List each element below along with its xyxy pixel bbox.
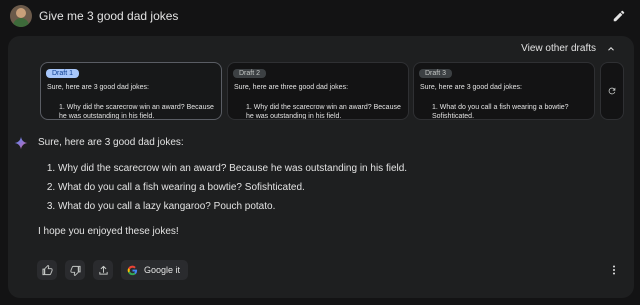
view-drafts-label: View other drafts <box>521 43 596 54</box>
edit-prompt-button[interactable] <box>609 6 629 26</box>
chevron-up-icon <box>608 46 614 51</box>
draft-item: 1. What do you call a fish wearing a bow… <box>432 104 569 120</box>
draft-intro: Sure, here are 3 good dad jokes: <box>47 84 149 91</box>
thumbs-down-button[interactable] <box>65 260 85 280</box>
google-it-button[interactable]: Google it <box>121 260 189 280</box>
thumbs-up-icon <box>41 264 53 275</box>
more-options-button[interactable] <box>606 262 622 278</box>
google-icon <box>127 265 138 275</box>
draft-intro: Sure, here are 3 good dad jokes: <box>420 84 522 91</box>
user-prompt-row: Give me 3 good dad jokes <box>0 0 640 32</box>
jokes-list: Why did the scarecrow win an award? Beca… <box>38 162 407 219</box>
response-intro: Sure, here are 3 good dad jokes: <box>38 137 184 148</box>
share-button[interactable] <box>93 260 113 280</box>
draft-card-1[interactable]: Draft 1 Sure, here are 3 good dad jokes:… <box>40 62 222 120</box>
draft-intro: Sure, here are three good dad jokes: <box>234 84 349 91</box>
gemini-sparkle-icon <box>14 136 28 150</box>
thumbs-down-icon <box>69 265 81 276</box>
list-item: What do you call a fish wearing a bowtie… <box>58 181 407 200</box>
draft-card-3[interactable]: Draft 3 Sure, here are 3 good dad jokes:… <box>413 62 595 120</box>
regenerate-drafts-button[interactable] <box>600 62 624 120</box>
view-other-drafts-button[interactable]: View other drafts <box>521 43 616 54</box>
response-closing: I hope you enjoyed these jokes! <box>38 226 179 237</box>
pencil-icon <box>613 10 625 22</box>
draft-item: 1. Why did the scarecrow win an award? B… <box>246 104 401 120</box>
refresh-icon <box>608 87 616 95</box>
response-actions: Google it <box>37 260 189 280</box>
share-icon <box>98 265 108 275</box>
more-vert-icon <box>613 265 615 275</box>
prompt-text: Give me 3 good dad jokes <box>39 9 179 23</box>
draft-label: Draft 3 <box>419 69 453 78</box>
list-item: Why did the scarecrow win an award? Beca… <box>58 162 407 181</box>
chat-page: Give me 3 good dad jokes View other draf… <box>0 0 640 305</box>
draft-card-2[interactable]: Draft 2 Sure, here are three good dad jo… <box>227 62 409 120</box>
draft-item: 1. Why did the scarecrow win an award? B… <box>59 104 214 120</box>
google-it-label: Google it <box>144 265 181 275</box>
draft-label: Draft 2 <box>233 69 267 78</box>
draft-label: Draft 1 <box>46 69 80 78</box>
list-item: What do you call a lazy kangaroo? Pouch … <box>58 200 407 219</box>
response-content: Sure, here are 3 good dad jokes: Why did… <box>38 137 407 237</box>
thumbs-up-button[interactable] <box>37 260 57 280</box>
response-card: View other drafts Draft 1 Sure, here are… <box>8 36 634 298</box>
user-avatar[interactable] <box>10 5 32 27</box>
